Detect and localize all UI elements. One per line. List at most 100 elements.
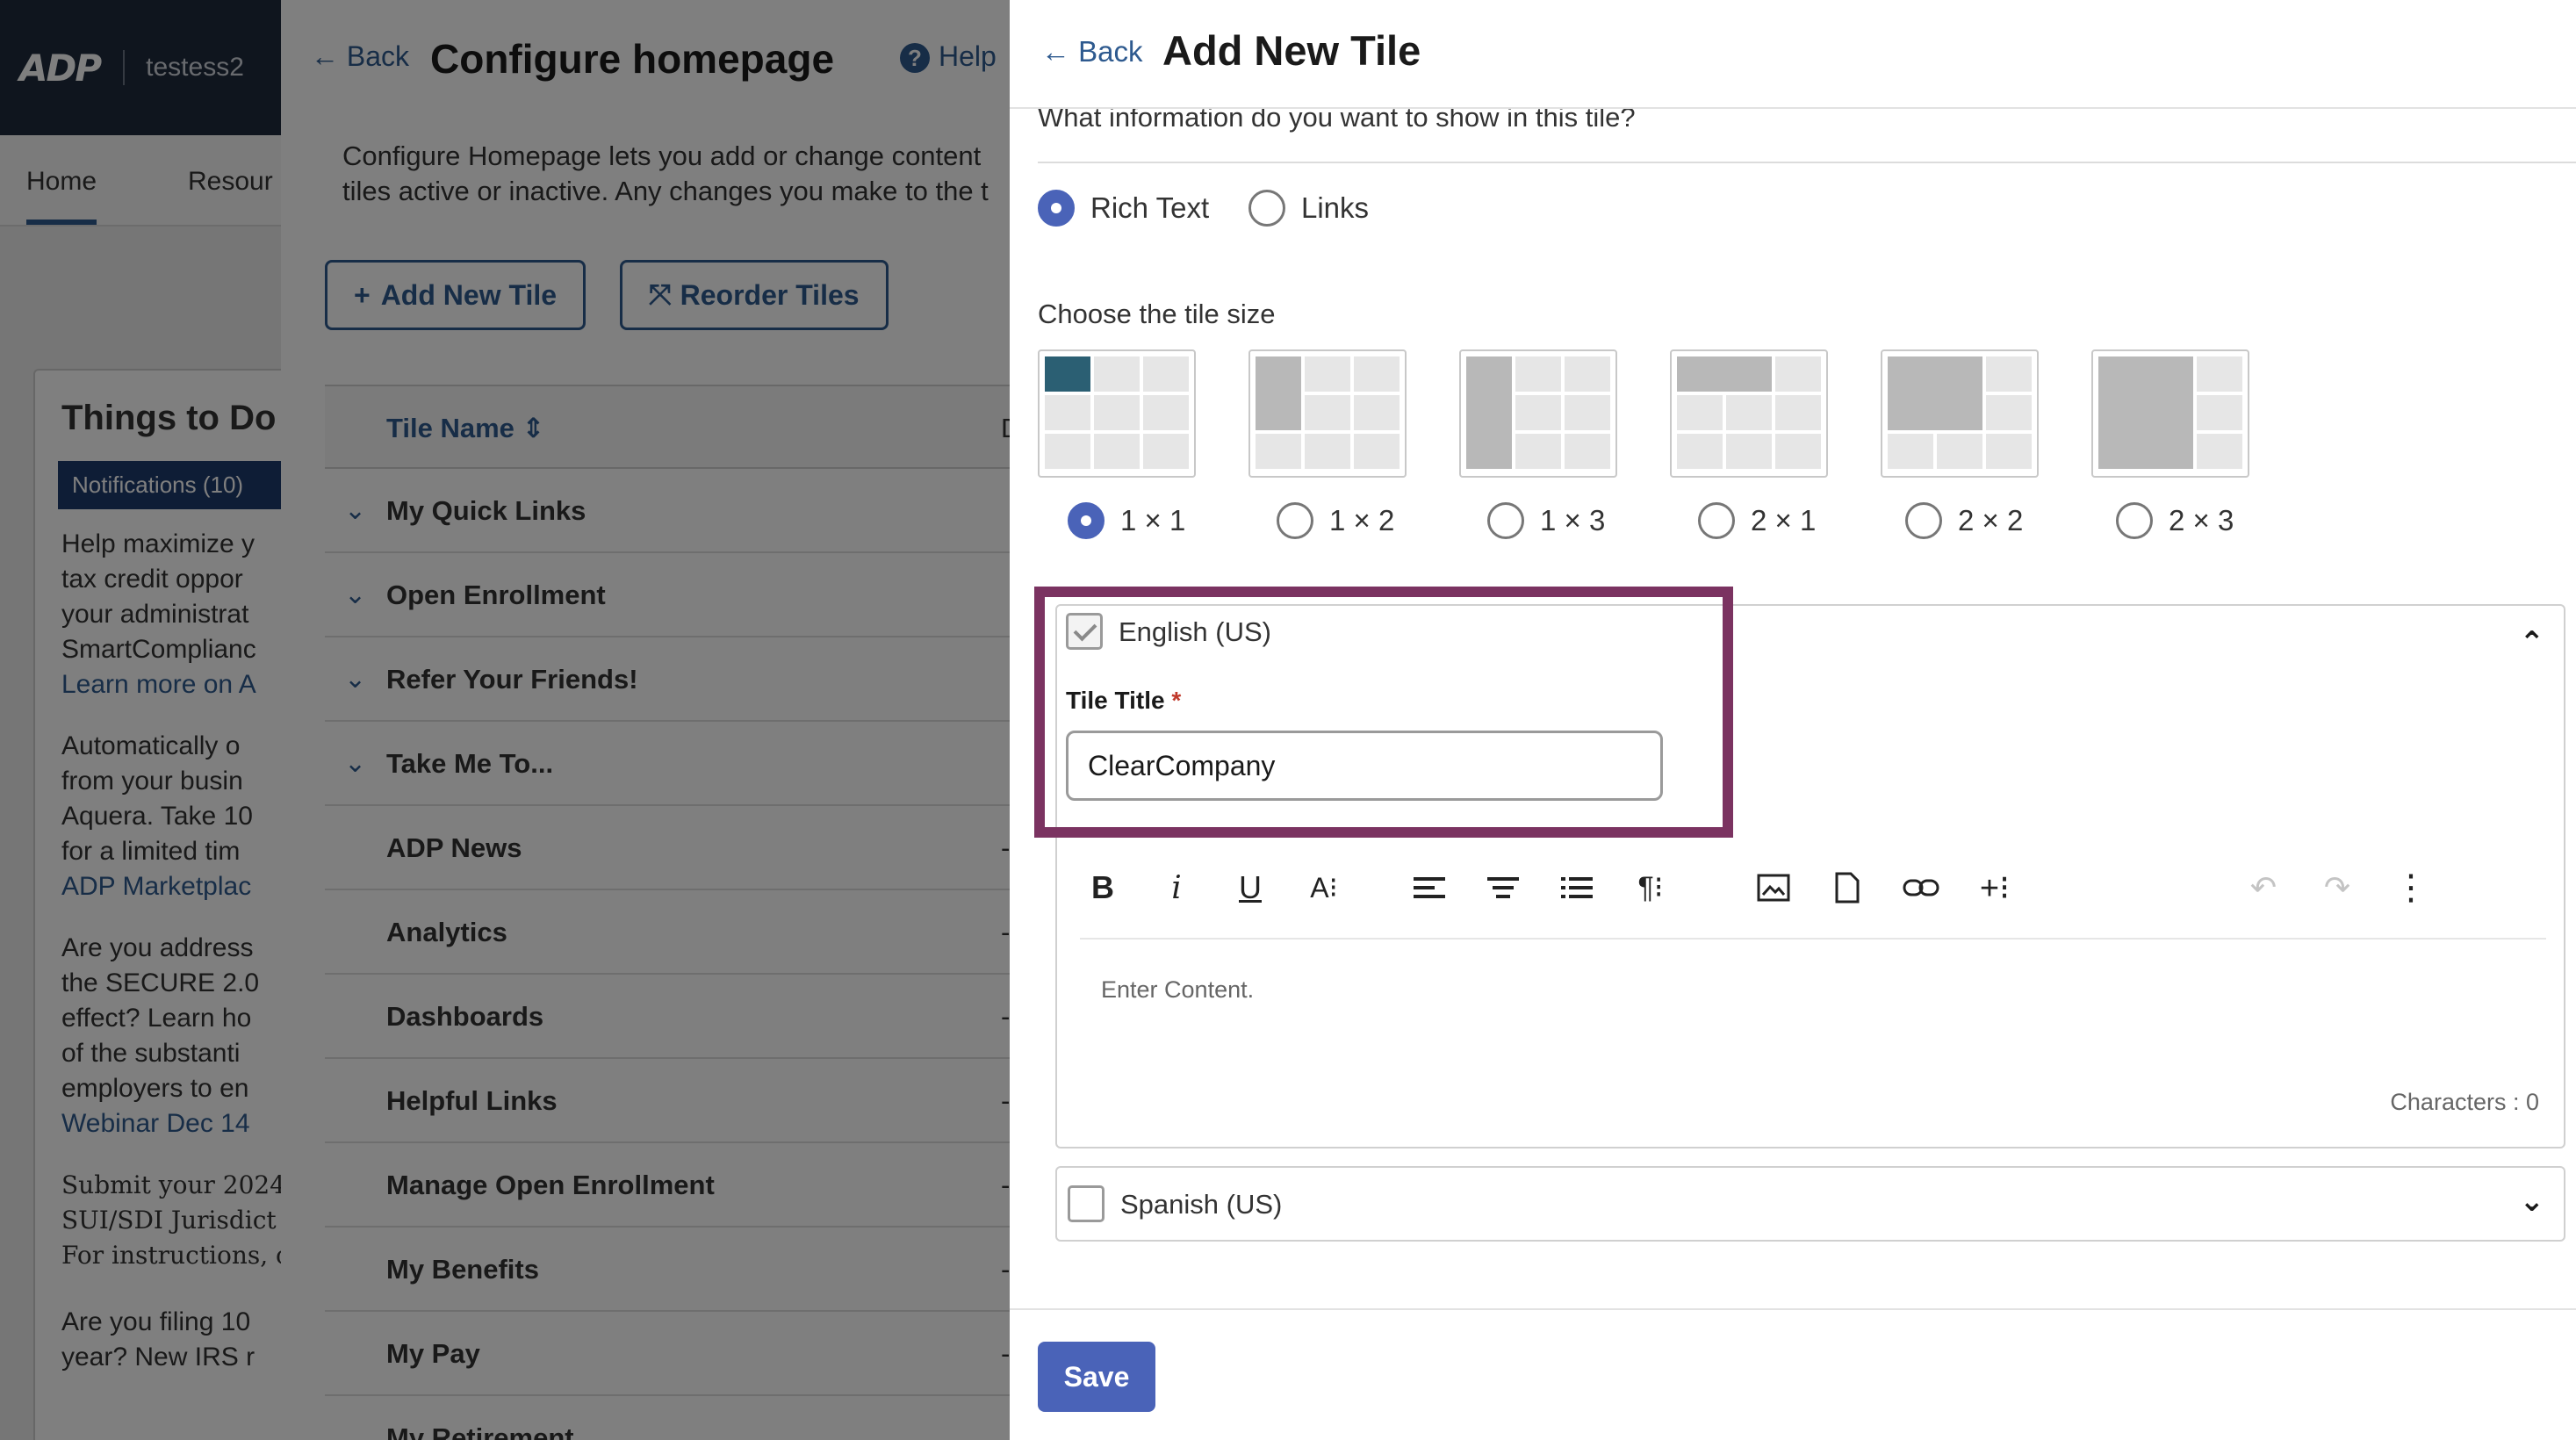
tile-title-input[interactable] — [1066, 731, 1663, 801]
drawer-back-label: Back — [1078, 35, 1143, 68]
align-left-icon[interactable] — [1407, 862, 1452, 913]
file-svg — [1835, 872, 1860, 904]
preview-cell — [1515, 395, 1561, 430]
preview-cell — [1256, 434, 1301, 469]
size-preview-1x1[interactable] — [1038, 349, 1196, 478]
radio-unchecked-icon — [1698, 502, 1735, 539]
preview-cell — [1466, 356, 1512, 469]
size-preview-1x2[interactable] — [1248, 349, 1407, 478]
required-mark: * — [1171, 687, 1182, 714]
preview-cell — [1305, 434, 1350, 469]
english-label: English (US) — [1119, 616, 1271, 647]
italic-icon[interactable]: i — [1154, 862, 1199, 913]
editor-divider — [1080, 938, 2546, 940]
preview-cell — [1094, 395, 1140, 430]
radio-unchecked-icon — [1905, 502, 1942, 539]
drawer-title: Add New Tile — [1162, 27, 1421, 74]
ordered-list-icon[interactable] — [1554, 862, 1600, 913]
preview-cell — [1775, 434, 1821, 469]
align-left-svg — [1414, 877, 1445, 898]
preview-cell — [1677, 434, 1723, 469]
radio-label: 1 × 2 — [1329, 504, 1395, 536]
preview-cell — [1986, 356, 2032, 392]
more-insert-icon[interactable]: +⁝ — [1972, 862, 2018, 913]
preview-cell — [1775, 356, 1821, 392]
preview-cell — [1305, 356, 1350, 392]
preview-cell — [1565, 356, 1610, 392]
preview-cell — [1565, 434, 1610, 469]
size-preview-2x3[interactable] — [2091, 349, 2249, 478]
size-radio-1x1[interactable]: 1 × 1 — [1068, 502, 1185, 539]
insert-image-icon[interactable] — [1751, 862, 1796, 913]
preview-cell — [1354, 395, 1400, 430]
preview-cell — [1354, 356, 1400, 392]
undo-icon[interactable]: ↶ — [2241, 862, 2286, 913]
bold-icon[interactable]: B — [1080, 862, 1126, 913]
radio-label: 2 × 3 — [2169, 504, 2234, 536]
rich-text-toolbar: B i U A⁝ ¶⁝ +⁝ ↶ ↷ ⋮ — [1080, 862, 2546, 913]
size-radio-1x3[interactable]: 1 × 3 — [1487, 502, 1605, 539]
preview-cell — [2197, 395, 2242, 430]
radio-unchecked-icon — [1277, 502, 1313, 539]
chevron-down-icon[interactable]: ⌄ — [2520, 1184, 2545, 1219]
preview-cell — [1775, 395, 1821, 430]
redo-icon[interactable]: ↷ — [2314, 862, 2360, 913]
align-center-icon[interactable] — [1480, 862, 1526, 913]
spanish-language-section[interactable]: Spanish (US) ⌄ — [1055, 1166, 2565, 1242]
preview-cell — [1256, 356, 1301, 430]
more-options-icon[interactable]: ⋮ — [2388, 862, 2434, 913]
size-preview-2x1[interactable] — [1670, 349, 1828, 478]
character-count: Characters : 0 — [2390, 1089, 2539, 1115]
preview-cell — [1888, 434, 1933, 469]
radio-label: 1 × 1 — [1120, 504, 1186, 536]
size-radio-1x2[interactable]: 1 × 2 — [1277, 502, 1394, 539]
preview-cell — [2197, 434, 2242, 469]
preview-cell — [1565, 395, 1610, 430]
insert-link-icon[interactable] — [1898, 862, 1944, 913]
rich-text-radio[interactable]: Rich Text — [1038, 190, 1209, 227]
modal-backdrop[interactable] — [0, 0, 1010, 1440]
chevron-up-icon[interactable]: ⌃ — [2520, 625, 2545, 660]
preview-cell — [1986, 434, 2032, 469]
field-label: Tile Title — [1066, 687, 1165, 714]
size-preview-1x3[interactable] — [1459, 349, 1617, 478]
preview-cell — [1305, 395, 1350, 430]
radio-label: 1 × 3 — [1540, 504, 1606, 536]
radio-checked-icon — [1038, 190, 1075, 227]
size-radio-2x3[interactable]: 2 × 3 — [2116, 502, 2234, 539]
size-preview-2x2[interactable] — [1881, 349, 2039, 478]
preview-cell — [2098, 356, 2193, 469]
save-button[interactable]: Save — [1038, 1342, 1155, 1412]
divider — [1038, 162, 2576, 163]
preview-cell — [1094, 356, 1140, 392]
links-radio[interactable]: Links — [1248, 190, 1369, 227]
preview-cell — [1143, 356, 1189, 392]
paragraph-format-icon[interactable]: ¶⁝ — [1628, 862, 1673, 913]
radio-unchecked-icon — [1487, 502, 1524, 539]
preview-cell — [1515, 356, 1561, 392]
size-radio-2x2[interactable]: 2 × 2 — [1905, 502, 2023, 539]
insert-file-icon[interactable] — [1824, 862, 1870, 913]
underline-icon[interactable]: U — [1227, 862, 1273, 913]
content-editor[interactable]: Enter Content. — [1101, 976, 1254, 1004]
image-svg — [1757, 874, 1790, 902]
preview-cell — [1515, 434, 1561, 469]
tile-title-label: Tile Title * — [1066, 687, 1181, 715]
radio-label: 2 × 2 — [1958, 504, 2024, 536]
preview-cell — [1726, 434, 1772, 469]
radio-label: 2 × 1 — [1751, 504, 1817, 536]
radio-label: Links — [1301, 191, 1370, 224]
preview-cell — [1677, 395, 1723, 430]
english-checkbox[interactable] — [1066, 613, 1103, 650]
radio-unchecked-icon — [1248, 190, 1285, 227]
size-radio-2x1[interactable]: 2 × 1 — [1698, 502, 1816, 539]
font-size-icon[interactable]: A⁝ — [1301, 862, 1347, 913]
radio-checked-icon — [1068, 502, 1105, 539]
homepage-app: ADP testess2 Home Resour Things to Do No… — [0, 0, 1010, 1440]
preview-cell — [1143, 395, 1189, 430]
preview-cell — [1937, 434, 1982, 469]
drawer-back-link[interactable]: ← Back — [1041, 35, 1143, 68]
list-svg — [1561, 877, 1593, 898]
spanish-checkbox[interactable] — [1068, 1185, 1105, 1222]
align-center-svg — [1487, 877, 1519, 898]
